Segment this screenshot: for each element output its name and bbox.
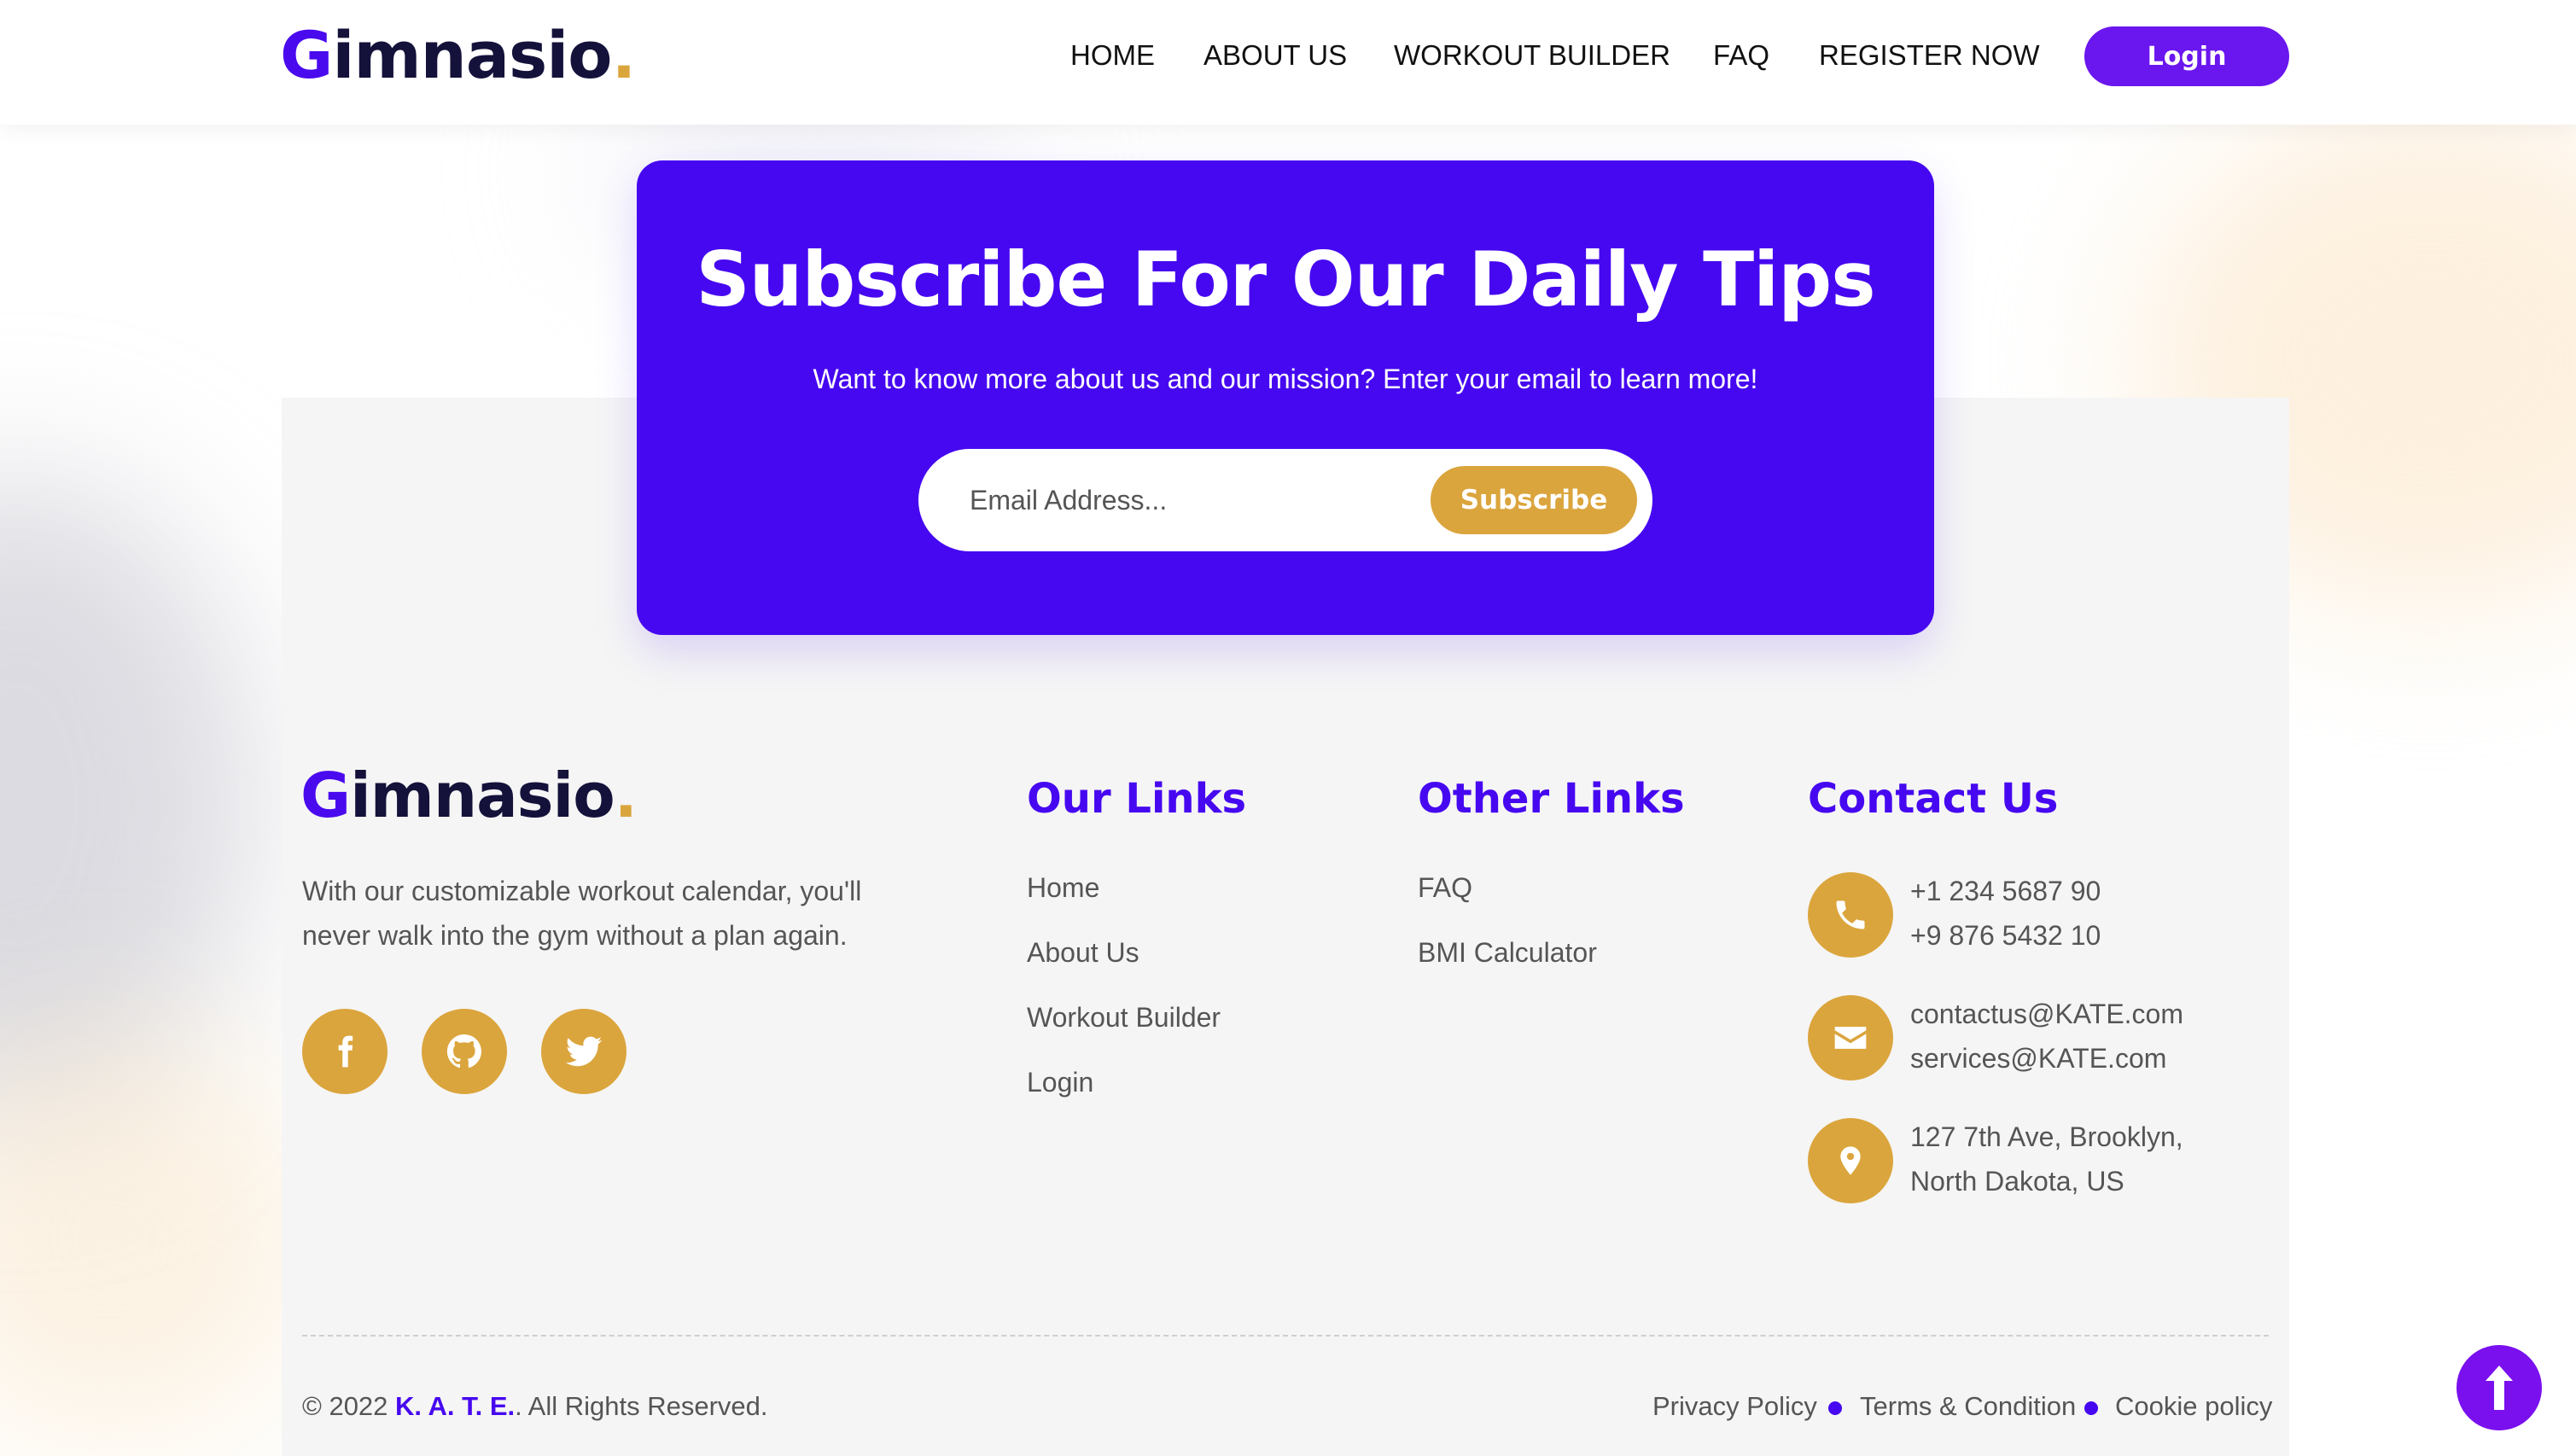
- nav-faq[interactable]: FAQ: [1713, 39, 1769, 72]
- footer-link-login[interactable]: Login: [1027, 1067, 1093, 1098]
- subscribe-form: Subscribe: [918, 449, 1652, 551]
- footer-link-workout-builder[interactable]: Workout Builder: [1027, 1002, 1221, 1034]
- twitter-button[interactable]: [541, 1009, 627, 1094]
- arrow-up-icon: [2486, 1366, 2513, 1410]
- subscribe-button[interactable]: Subscribe: [1431, 466, 1637, 534]
- contact-us-title: Contact Us: [1808, 775, 2059, 823]
- logo-first-letter: G: [280, 17, 333, 93]
- subscribe-card: Subscribe For Our Daily Tips Want to kno…: [637, 160, 1934, 635]
- subscribe-text: Want to know more about us and our missi…: [813, 364, 1758, 394]
- site-header: Gimnasio. HOME ABOUT US WORKOUT BUILDER …: [0, 0, 2576, 125]
- contact-address-line-2: North Dakota, US: [1910, 1166, 2124, 1197]
- footer-link-home[interactable]: Home: [1027, 872, 1099, 904]
- github-icon: [446, 1034, 481, 1069]
- nav-register-now[interactable]: REGISTER NOW: [1819, 39, 2040, 72]
- footer-link-faq[interactable]: FAQ: [1418, 872, 1472, 904]
- legal-separator-dot: [1828, 1401, 1842, 1415]
- footer-divider: [302, 1335, 2269, 1337]
- contact-address-line-1: 127 7th Ave, Brooklyn,: [1910, 1121, 2183, 1152]
- nav-home[interactable]: HOME: [1070, 39, 1155, 72]
- footer-logo[interactable]: Gimnasio.: [300, 760, 638, 831]
- email-input[interactable]: [970, 475, 1413, 526]
- logo-first-letter: G: [300, 760, 351, 831]
- copyright-brand-link[interactable]: K. A. T. E.: [395, 1391, 515, 1421]
- logo-rest: imnasio: [350, 760, 615, 831]
- email-icon-badge: [1808, 995, 1893, 1080]
- contact-email-1[interactable]: contactus@KATE.com: [1910, 999, 2183, 1030]
- github-button[interactable]: [422, 1009, 507, 1094]
- copyright-text: © 2022 K. A. T. E.. All Rights Reserved.: [302, 1391, 768, 1422]
- nav-workout-builder[interactable]: WORKOUT BUILDER: [1394, 39, 1670, 72]
- cookie-policy-link[interactable]: Cookie policy: [2115, 1391, 2272, 1422]
- twitter-icon: [565, 1036, 603, 1067]
- logo-dot: .: [614, 760, 638, 831]
- login-button[interactable]: Login: [2084, 26, 2289, 86]
- facebook-button[interactable]: [302, 1009, 388, 1094]
- legal-separator-dot: [2084, 1401, 2098, 1415]
- privacy-policy-link[interactable]: Privacy Policy: [1652, 1391, 1817, 1422]
- subscribe-title: Subscribe For Our Daily Tips: [696, 236, 1875, 323]
- footer-link-about-us[interactable]: About Us: [1027, 937, 1139, 969]
- map-pin-icon: [1840, 1146, 1861, 1175]
- footer-about-text: With our customizable workout calendar, …: [302, 876, 862, 951]
- location-icon-badge: [1808, 1118, 1893, 1203]
- our-links-title: Our Links: [1027, 775, 1247, 823]
- contact-phone-1[interactable]: +1 234 5687 90: [1910, 876, 2101, 907]
- nav-about-us[interactable]: ABOUT US: [1203, 39, 1347, 72]
- scroll-to-top-button[interactable]: [2457, 1345, 2542, 1430]
- footer-link-bmi-calculator[interactable]: BMI Calculator: [1418, 937, 1597, 969]
- copyright-prefix: © 2022: [302, 1391, 388, 1421]
- terms-condition-link[interactable]: Terms & Condition: [1860, 1391, 2076, 1422]
- contact-email-2[interactable]: services@KATE.com: [1910, 1043, 2166, 1075]
- other-links-title: Other Links: [1418, 775, 1685, 823]
- phone-icon-badge: [1808, 872, 1893, 958]
- phone-icon: [1836, 900, 1865, 929]
- envelope-icon: [1834, 1027, 1867, 1049]
- copyright-suffix: . All Rights Reserved.: [515, 1391, 768, 1421]
- header-logo[interactable]: Gimnasio.: [280, 17, 637, 93]
- logo-rest: imnasio: [332, 17, 612, 93]
- logo-dot: .: [611, 17, 637, 93]
- contact-phone-2[interactable]: +9 876 5432 10: [1910, 920, 2101, 952]
- facebook-icon: [338, 1035, 353, 1068]
